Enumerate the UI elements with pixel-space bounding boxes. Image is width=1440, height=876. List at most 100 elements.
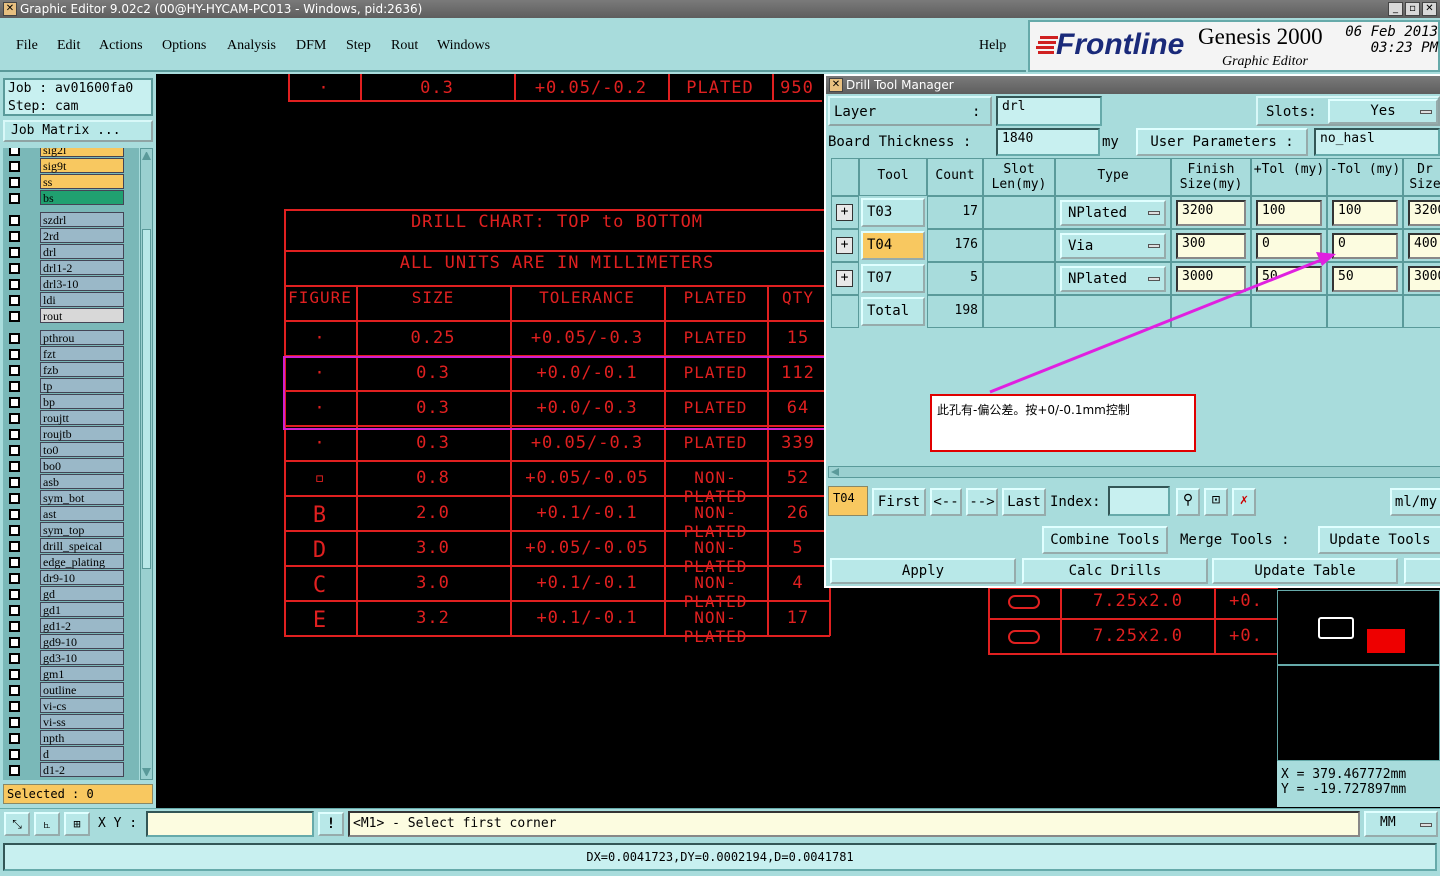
table-hscrollbar[interactable] bbox=[828, 466, 1440, 478]
layer-name[interactable]: rout bbox=[40, 308, 124, 323]
snap-tool-icon[interactable]: ⊞ bbox=[64, 812, 90, 836]
layer-row[interactable]: gd1-2 bbox=[3, 618, 139, 634]
layer-name[interactable]: fzb bbox=[40, 362, 124, 377]
layer-name[interactable]: 2rd bbox=[40, 228, 124, 243]
layer-row[interactable]: gd9-10 bbox=[3, 634, 139, 650]
layer-checkbox[interactable] bbox=[9, 717, 20, 728]
scroll-thumb[interactable] bbox=[142, 229, 151, 569]
mtol-field[interactable]: 50 bbox=[1332, 266, 1398, 292]
layer-row[interactable]: tp bbox=[3, 378, 139, 394]
layer-name[interactable]: sym_bot bbox=[40, 490, 124, 505]
layer-row[interactable]: bs bbox=[3, 190, 139, 206]
layer-name[interactable]: asb bbox=[40, 474, 124, 489]
layer-row[interactable]: drl3-10 bbox=[3, 276, 139, 292]
layer-list[interactable]: sig2l sig9t ss bs szdrl 2rd drl drl1-2 drl3-10 ld… bbox=[3, 148, 139, 780]
layer-row[interactable]: roujtt bbox=[3, 410, 139, 426]
extra-button[interactable] bbox=[1404, 558, 1440, 584]
layer-row[interactable]: d1-2 bbox=[3, 762, 139, 778]
tool-button[interactable]: T03 bbox=[861, 198, 925, 227]
layer-name[interactable]: roujtt bbox=[40, 410, 124, 425]
layer-row[interactable]: ast bbox=[3, 506, 139, 522]
layer-name[interactable]: gd bbox=[40, 586, 124, 601]
drill-field[interactable]: 3000 bbox=[1408, 266, 1440, 292]
layer-name[interactable]: sym_top bbox=[40, 522, 124, 537]
menu-file[interactable]: File bbox=[16, 38, 38, 54]
layer-row[interactable]: vi-cs bbox=[3, 698, 139, 714]
ptol-field[interactable]: 100 bbox=[1256, 200, 1322, 226]
menu-actions[interactable]: Actions bbox=[99, 38, 143, 54]
layer-row[interactable]: rout bbox=[3, 308, 139, 324]
layer-row[interactable]: vi-ss bbox=[3, 714, 139, 730]
layer-row[interactable]: drl bbox=[3, 244, 139, 260]
menu-step[interactable]: Step bbox=[346, 38, 371, 54]
layer-checkbox[interactable] bbox=[9, 653, 20, 664]
menu-edit[interactable]: Edit bbox=[57, 38, 80, 54]
layer-checkbox[interactable] bbox=[9, 177, 20, 188]
expand-row-button[interactable]: + bbox=[831, 262, 859, 295]
layer-checkbox[interactable] bbox=[9, 701, 20, 712]
layer-checkbox[interactable] bbox=[9, 381, 20, 392]
layer-checkbox[interactable] bbox=[9, 509, 20, 520]
layer-name[interactable]: bo0 bbox=[40, 458, 124, 473]
layer-checkbox[interactable] bbox=[9, 493, 20, 504]
update-tools-button[interactable]: Update Tools bbox=[1318, 526, 1440, 554]
board-thickness-field[interactable]: 1840 bbox=[996, 128, 1100, 156]
layer-name[interactable]: outline bbox=[40, 682, 124, 697]
layer-row[interactable]: dr9-10 bbox=[3, 570, 139, 586]
layer-name[interactable]: bp bbox=[40, 394, 124, 409]
layer-name[interactable]: to0 bbox=[40, 442, 124, 457]
layer-checkbox[interactable] bbox=[9, 525, 20, 536]
layer-name[interactable]: pthrou bbox=[40, 330, 124, 345]
layer-row[interactable]: npth bbox=[3, 730, 139, 746]
layer-checkbox[interactable] bbox=[9, 397, 20, 408]
next-button[interactable]: --> bbox=[966, 488, 998, 516]
maximize-button[interactable]: ▫ bbox=[1405, 2, 1420, 16]
layer-name[interactable]: sig9t bbox=[40, 158, 124, 173]
layer-checkbox[interactable] bbox=[9, 429, 20, 440]
layer-name[interactable]: drill_speical bbox=[40, 538, 124, 553]
mtol-field[interactable]: 0 bbox=[1332, 233, 1398, 259]
layer-checkbox[interactable] bbox=[9, 148, 20, 156]
layer-row[interactable]: gm1 bbox=[3, 666, 139, 682]
layer-row[interactable]: szdrl bbox=[3, 212, 139, 228]
job-matrix-button[interactable]: Job Matrix ... bbox=[3, 120, 153, 142]
minimize-button[interactable]: _ bbox=[1388, 2, 1403, 16]
close-button[interactable]: ✕ bbox=[1422, 2, 1437, 16]
clear-icon[interactable]: ✗ bbox=[1232, 488, 1256, 516]
layer-name[interactable]: ldi bbox=[40, 292, 124, 307]
layer-checkbox[interactable] bbox=[9, 247, 20, 258]
info-icon[interactable]: ! bbox=[318, 812, 344, 836]
finish-field[interactable]: 300 bbox=[1176, 233, 1246, 259]
layer-name[interactable]: drl bbox=[40, 244, 124, 259]
slots-dropdown[interactable]: Yes bbox=[1328, 99, 1438, 124]
drill-field[interactable]: 400 bbox=[1408, 233, 1440, 259]
menu-dfm[interactable]: DFM bbox=[296, 38, 326, 54]
layer-name[interactable]: d bbox=[40, 746, 124, 761]
layer-name[interactable]: roujtb bbox=[40, 426, 124, 441]
layer-checkbox[interactable] bbox=[9, 733, 20, 744]
prev-button[interactable]: <-- bbox=[930, 488, 962, 516]
layer-row[interactable]: sig2l bbox=[3, 148, 139, 158]
layer-row[interactable]: drl1-2 bbox=[3, 260, 139, 276]
update-table-button[interactable]: Update Table bbox=[1212, 558, 1398, 584]
layer-row[interactable]: roujtb bbox=[3, 426, 139, 442]
layer-checkbox[interactable] bbox=[9, 161, 20, 172]
layer-name[interactable]: gd1 bbox=[40, 602, 124, 617]
layer-checkbox[interactable] bbox=[9, 557, 20, 568]
layer-name[interactable]: bs bbox=[40, 190, 124, 205]
apply-button[interactable]: Apply bbox=[830, 558, 1016, 584]
menu-rout[interactable]: Rout bbox=[391, 38, 418, 54]
measure-tool-icon[interactable]: ⦜ bbox=[34, 812, 60, 836]
finish-field[interactable]: 3000 bbox=[1176, 266, 1246, 292]
layer-checkbox[interactable] bbox=[9, 349, 20, 360]
layer-row[interactable]: gd1 bbox=[3, 602, 139, 618]
ptol-field[interactable]: 0 bbox=[1256, 233, 1322, 259]
layer-row[interactable]: sig9t bbox=[3, 158, 139, 174]
layer-name[interactable]: drl1-2 bbox=[40, 260, 124, 275]
layer-row[interactable]: bp bbox=[3, 394, 139, 410]
user-parameters-button[interactable]: User Parameters : bbox=[1136, 128, 1308, 156]
scroll-down-icon[interactable] bbox=[142, 768, 151, 777]
expand-row-button[interactable]: + bbox=[831, 196, 859, 229]
layer-row[interactable]: pthrou bbox=[3, 330, 139, 346]
layer-name[interactable]: d1-2 bbox=[40, 762, 124, 777]
